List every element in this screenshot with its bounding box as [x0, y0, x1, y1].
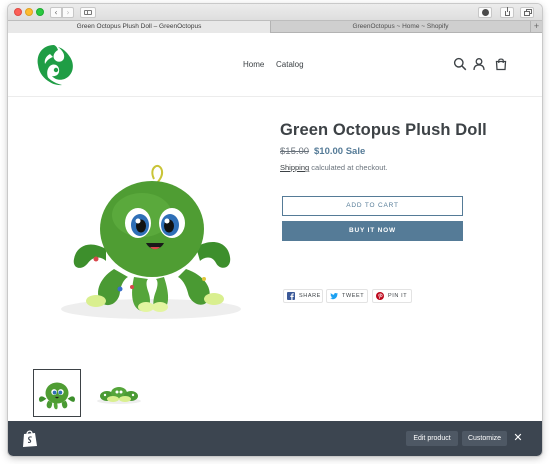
new-tab-button[interactable]: + [530, 21, 542, 33]
minimize-window-button[interactable] [25, 8, 33, 16]
browser-titlebar: ‹ › [8, 4, 542, 20]
share-page-button[interactable] [500, 7, 514, 18]
sidebar-icon [84, 10, 92, 15]
account-icon[interactable] [472, 57, 486, 71]
browser-tab-product[interactable]: Green Octopus Plush Doll – GreenOctopus [8, 21, 270, 33]
close-window-button[interactable] [14, 8, 22, 16]
browser-tabbar: Green Octopus Plush Doll – GreenOctopus … [8, 20, 542, 33]
browser-window: ‹ › Green Octopus Plush Doll – GreenOcto… [8, 4, 542, 456]
share-icon [505, 7, 510, 16]
back-button[interactable]: ‹ [50, 7, 62, 18]
twitter-icon [330, 292, 338, 300]
regular-price: $15.00 [280, 146, 310, 157]
share-facebook-button[interactable]: SHARE [283, 289, 323, 303]
store-header: Home Catalog [8, 33, 542, 97]
add-to-cart-button[interactable]: ADD TO CART [282, 196, 463, 216]
green-octopus-logo[interactable] [32, 41, 76, 89]
buy-it-now-button[interactable]: BUY IT NOW [282, 221, 463, 241]
nav-home-link[interactable]: Home [243, 60, 264, 69]
shipping-link[interactable]: Shipping [280, 163, 309, 172]
pinterest-icon [376, 292, 384, 300]
share-twitter-button[interactable]: TWEET [326, 289, 368, 303]
share-twitter-label: TWEET [342, 293, 365, 299]
shipping-note: Shipping calculated at checkout. [280, 163, 388, 172]
edit-product-button[interactable]: Edit product [406, 431, 458, 446]
tab-overview-button[interactable] [520, 7, 534, 18]
share-pinterest-label: PIN IT [388, 293, 408, 299]
product-title: Green Octopus Plush Doll [280, 121, 487, 139]
downloads-icon [482, 9, 489, 16]
facebook-icon [287, 292, 295, 300]
share-facebook-label: SHARE [299, 293, 321, 299]
sidebar-toggle-button[interactable] [80, 7, 96, 18]
browser-tab-shopify[interactable]: GreenOctopus ~ Home ~ Shopify [270, 21, 530, 33]
forward-button[interactable]: › [62, 7, 74, 18]
search-icon[interactable] [453, 57, 467, 71]
shopify-bag-icon[interactable] [22, 429, 38, 448]
shipping-text: calculated at checkout. [309, 163, 388, 172]
downloads-button[interactable] [478, 7, 492, 18]
share-pinterest-button[interactable]: PIN IT [372, 289, 412, 303]
nav-catalog-link[interactable]: Catalog [276, 60, 304, 69]
sale-price: $10.00 Sale [314, 146, 366, 157]
close-admin-bar-button[interactable]: ✕ [513, 431, 523, 445]
shopify-admin-bar: Edit product Customize ✕ [8, 421, 542, 456]
zoom-window-button[interactable] [36, 8, 44, 16]
customize-button[interactable]: Customize [462, 431, 507, 446]
store-page: Home Catalog Green Octopus Plush Doll $1… [8, 33, 542, 456]
product-thumbnail-1[interactable] [33, 369, 81, 417]
product-main-image[interactable] [36, 119, 266, 347]
product-thumbnail-2[interactable] [95, 369, 143, 417]
cart-icon[interactable] [494, 57, 508, 71]
